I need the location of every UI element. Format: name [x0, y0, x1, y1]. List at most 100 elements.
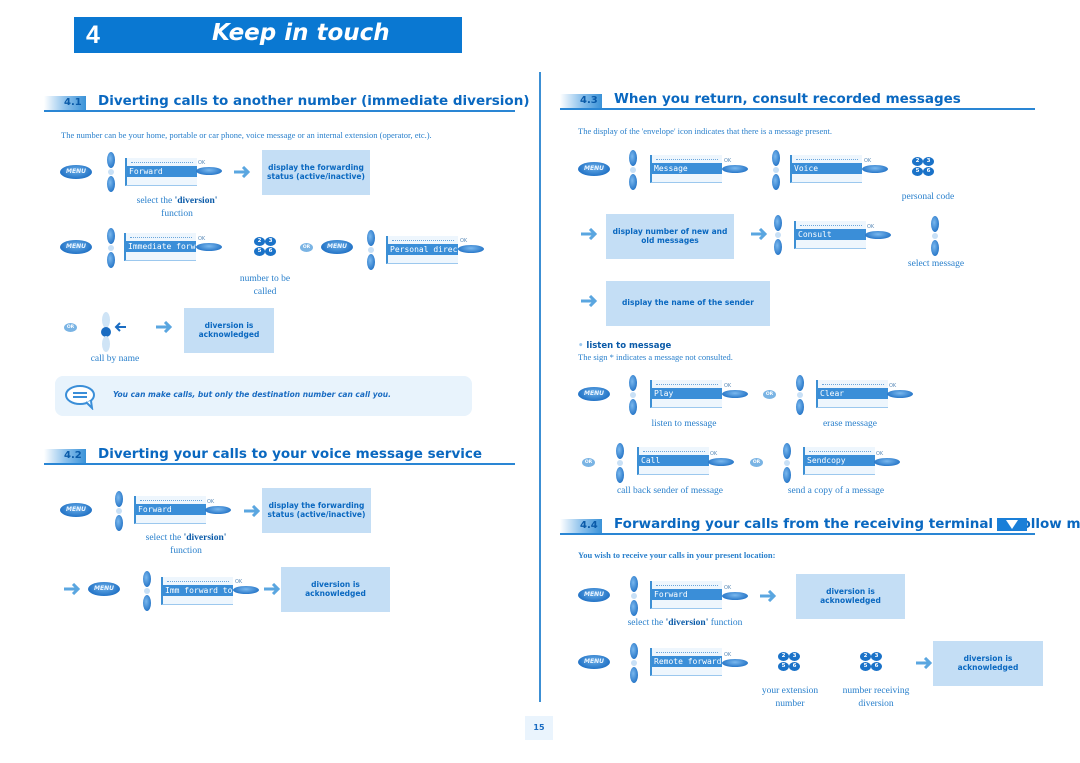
arrow-right-icon	[264, 583, 282, 595]
nav-key-icon	[628, 150, 638, 190]
display-screen: Voice	[790, 155, 862, 183]
step-caption: number receiving diversion	[842, 686, 910, 709]
screen-item: Forward	[136, 504, 206, 515]
keypad-icon: 23 56	[778, 652, 800, 672]
arrow-left-icon	[114, 321, 126, 333]
screen-item: Play	[652, 388, 722, 399]
step-caption: erase message	[822, 419, 878, 429]
step-caption: call back sender of message	[616, 486, 724, 496]
ok-key-icon: OK	[862, 158, 890, 174]
menu-key-icon: MENU	[88, 582, 120, 596]
screen-item: Imm forward to V	[163, 585, 233, 596]
display-screen: Consult	[794, 221, 866, 249]
display-screen: Forward	[125, 158, 197, 186]
screen-item: Forward	[652, 589, 722, 600]
menu-key-icon: MENU	[60, 165, 92, 179]
or-badge: OR	[763, 390, 776, 399]
nav-key-icon	[930, 216, 940, 256]
subheading-listen: • listen to message	[578, 341, 672, 351]
screen-item: Message	[652, 163, 722, 174]
column-divider	[539, 72, 541, 702]
info-box: diversion is acknowledged	[796, 574, 905, 619]
ok-key-icon: OK	[196, 160, 224, 176]
info-box: display the forwarding status (active/in…	[262, 488, 371, 533]
ok-key-icon: OK	[865, 224, 893, 240]
section-intro: The display of the 'envelope' icon indic…	[578, 126, 832, 136]
step-caption: number to be called	[239, 274, 291, 297]
speech-bubble-icon	[65, 385, 95, 410]
or-badge: OR	[582, 458, 595, 467]
arrow-right-icon	[234, 166, 252, 178]
ok-key-icon: OK	[233, 579, 261, 595]
step-caption: select the 'diversion' function	[145, 533, 227, 556]
step-caption: select the 'diversion' function	[136, 196, 218, 219]
arrow-right-icon	[581, 228, 599, 240]
keypad-icon: 23 56	[254, 237, 276, 257]
nav-key-icon	[771, 150, 781, 190]
info-box: diversion is acknowledged	[184, 308, 274, 353]
section-intro: The number can be your home, portable or…	[61, 130, 432, 140]
display-screen: Sendcopy	[803, 447, 875, 475]
ok-key-icon: OK	[708, 451, 736, 467]
step-caption: select message	[907, 259, 965, 269]
screen-item: Clear	[818, 388, 888, 399]
next-page-button[interactable]	[997, 518, 1027, 531]
step-caption: your extension number	[761, 686, 819, 709]
nav-key-icon	[782, 443, 792, 483]
screen-item: Forward	[127, 166, 197, 177]
triangle-down-icon	[1006, 520, 1018, 529]
arrow-right-icon	[751, 228, 769, 240]
arrow-right-icon	[156, 321, 174, 333]
arrow-right-icon	[244, 505, 262, 517]
section-heading-4-2: 4.2 Diverting your calls to your voice m…	[44, 446, 515, 465]
nav-key-icon	[795, 375, 805, 415]
screen-item: Sendcopy	[805, 455, 875, 466]
menu-key-icon: MENU	[321, 240, 353, 254]
section-heading-4-3: 4.3 When you return, consult recorded me…	[560, 91, 1035, 110]
chapter-number: 4	[86, 21, 100, 49]
nav-key-icon	[628, 375, 638, 415]
ok-key-icon: OK	[722, 585, 750, 601]
section-number: 4.1	[64, 97, 82, 108]
nav-key-icon	[366, 230, 376, 270]
section-heading-4-4: 4.4 Forwarding your calls from the recei…	[560, 516, 1080, 535]
ok-key-icon: OK	[887, 383, 915, 399]
chapter-title: Keep in touch	[212, 20, 390, 46]
listen-note: The sign * indicates a message not consu…	[578, 352, 733, 362]
menu-key-icon: MENU	[60, 240, 92, 254]
display-screen: Play	[650, 380, 722, 408]
info-box: display the name of the sender	[606, 281, 770, 326]
arrow-right-icon	[760, 590, 778, 602]
note-text: You can make calls, but only the destina…	[113, 390, 391, 399]
nav-key-icon	[106, 228, 116, 268]
screen-item: Remote forward	[652, 656, 722, 667]
screen-item: Call	[639, 455, 709, 466]
screen-item: Consult	[796, 229, 866, 240]
menu-key-icon: MENU	[60, 503, 92, 517]
display-screen: Forward	[134, 496, 206, 524]
menu-key-icon: MENU	[578, 655, 610, 669]
info-box: display the forwarding status (active/in…	[262, 150, 370, 195]
arrow-right-icon	[916, 657, 934, 669]
ok-key-icon: OK	[205, 499, 233, 515]
nav-key-icon	[142, 571, 152, 611]
info-box: display number of new and old messages	[606, 214, 734, 259]
screen-item: Personal directory	[388, 244, 458, 255]
section-number: 4.3	[580, 95, 598, 106]
step-caption: send a copy of a message	[787, 486, 885, 496]
keypad-icon: 23 56	[912, 157, 934, 177]
step-caption: listen to message	[651, 419, 717, 429]
or-badge: OR	[64, 323, 77, 332]
nav-key-icon	[773, 215, 783, 255]
nav-key-icon	[615, 443, 625, 483]
menu-key-icon: MENU	[578, 162, 610, 176]
or-badge: OR	[750, 458, 763, 467]
section-number: 4.4	[580, 520, 598, 531]
nav-key-left-icon	[101, 312, 111, 352]
ok-key-icon: OK	[458, 238, 486, 254]
or-badge: OR	[300, 243, 313, 252]
nav-key-icon	[629, 576, 639, 616]
display-screen: Remote forward	[650, 648, 722, 676]
step-caption: select the 'diversion' function	[627, 618, 743, 628]
chapter-banner: 4 Keep in touch	[74, 17, 462, 53]
